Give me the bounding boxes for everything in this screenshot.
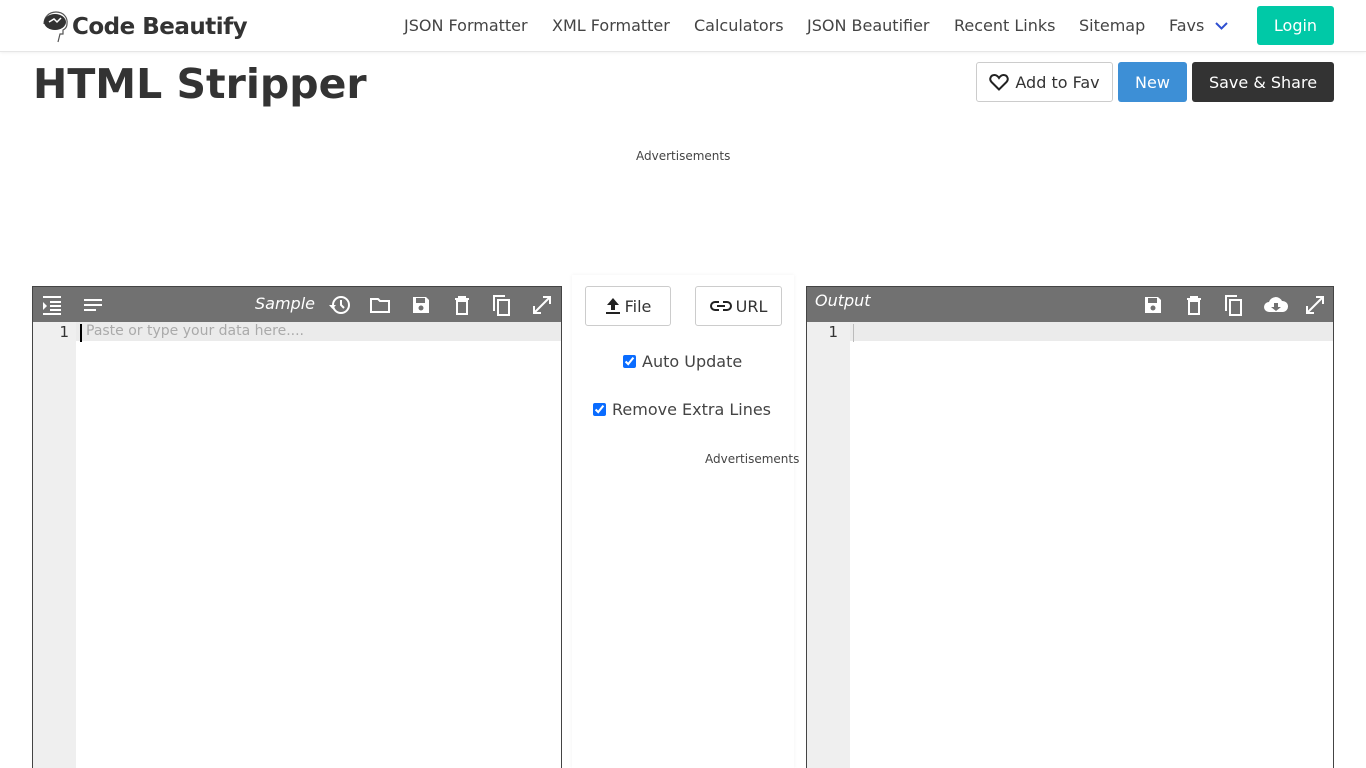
output-editor[interactable]: Output 1	[806, 286, 1334, 768]
logo[interactable]: Code Beautify	[40, 10, 248, 44]
nav-calculators[interactable]: Calculators	[694, 16, 784, 35]
input-editor[interactable]: Sample 1 Paste or type your data here...…	[32, 286, 562, 768]
line-number: 1	[59, 323, 69, 341]
history-icon[interactable]	[329, 294, 351, 316]
nav-json-beautifier[interactable]: JSON Beautifier	[807, 16, 930, 35]
add-to-fav-button[interactable]: Add to Fav	[976, 62, 1113, 102]
fullscreen-icon[interactable]	[531, 294, 553, 316]
line-gutter	[33, 322, 76, 768]
chevron-down-icon[interactable]	[1215, 22, 1228, 31]
link-icon	[709, 301, 732, 311]
remove-extra-lines-label: Remove Extra Lines	[612, 400, 772, 419]
copy-icon[interactable]	[1223, 294, 1245, 316]
nav-xml-formatter[interactable]: XML Formatter	[552, 16, 670, 35]
remove-extra-lines-checkbox[interactable]: Remove Extra Lines	[593, 400, 771, 419]
sample-link[interactable]: Sample	[255, 294, 315, 313]
page-title: HTML Stripper	[33, 60, 367, 108]
file-button[interactable]: File	[585, 286, 671, 326]
remove-extra-lines-input[interactable]	[593, 403, 606, 416]
copy-icon[interactable]	[491, 294, 513, 316]
auto-update-label: Auto Update	[642, 352, 743, 371]
cloud-download-icon[interactable]	[1263, 294, 1289, 316]
save-icon[interactable]	[1142, 294, 1164, 316]
text-cursor	[80, 324, 82, 342]
auto-update-checkbox[interactable]: Auto Update	[623, 352, 742, 371]
nav-favs[interactable]: Favs	[1169, 16, 1204, 35]
url-button[interactable]: URL	[695, 286, 782, 326]
add-to-fav-label: Add to Fav	[1015, 72, 1100, 92]
login-button[interactable]: Login	[1257, 6, 1334, 45]
text-cursor	[853, 324, 854, 342]
format-lines-icon[interactable]	[82, 294, 104, 316]
output-label: Output	[815, 291, 871, 310]
delete-icon[interactable]	[1183, 294, 1205, 316]
line-gutter	[807, 322, 850, 768]
url-label: URL	[735, 296, 768, 316]
options-panel: File URL Auto Update Remove Extra Lines …	[572, 275, 799, 768]
ads-label: Advertisements	[636, 149, 731, 163]
ads-label-side: Advertisements	[705, 452, 800, 466]
header: Code Beautify JSON Formatter XML Formatt…	[0, 0, 1366, 52]
upload-icon	[605, 298, 620, 314]
indent-icon[interactable]	[41, 294, 63, 316]
logo-text: Code Beautify	[72, 14, 248, 40]
nav-json-formatter[interactable]: JSON Formatter	[404, 16, 528, 35]
input-toolbar: Sample	[33, 287, 561, 322]
auto-update-input[interactable]	[623, 355, 636, 368]
input-placeholder[interactable]: Paste or type your data here....	[86, 323, 304, 339]
brain-logo-icon	[43, 11, 68, 43]
line-number: 1	[828, 323, 838, 341]
heart-icon	[989, 73, 1010, 91]
save-share-button[interactable]: Save & Share	[1192, 62, 1334, 102]
new-button[interactable]: New	[1118, 62, 1187, 102]
active-line-highlight	[850, 322, 1333, 341]
output-toolbar: Output	[807, 287, 1333, 322]
file-label: File	[624, 296, 652, 316]
fullscreen-icon[interactable]	[1304, 294, 1326, 316]
nav-recent-links[interactable]: Recent Links	[954, 16, 1055, 35]
delete-icon[interactable]	[451, 294, 473, 316]
folder-open-icon[interactable]	[369, 294, 391, 316]
nav-sitemap[interactable]: Sitemap	[1079, 16, 1145, 35]
save-icon[interactable]	[410, 294, 432, 316]
